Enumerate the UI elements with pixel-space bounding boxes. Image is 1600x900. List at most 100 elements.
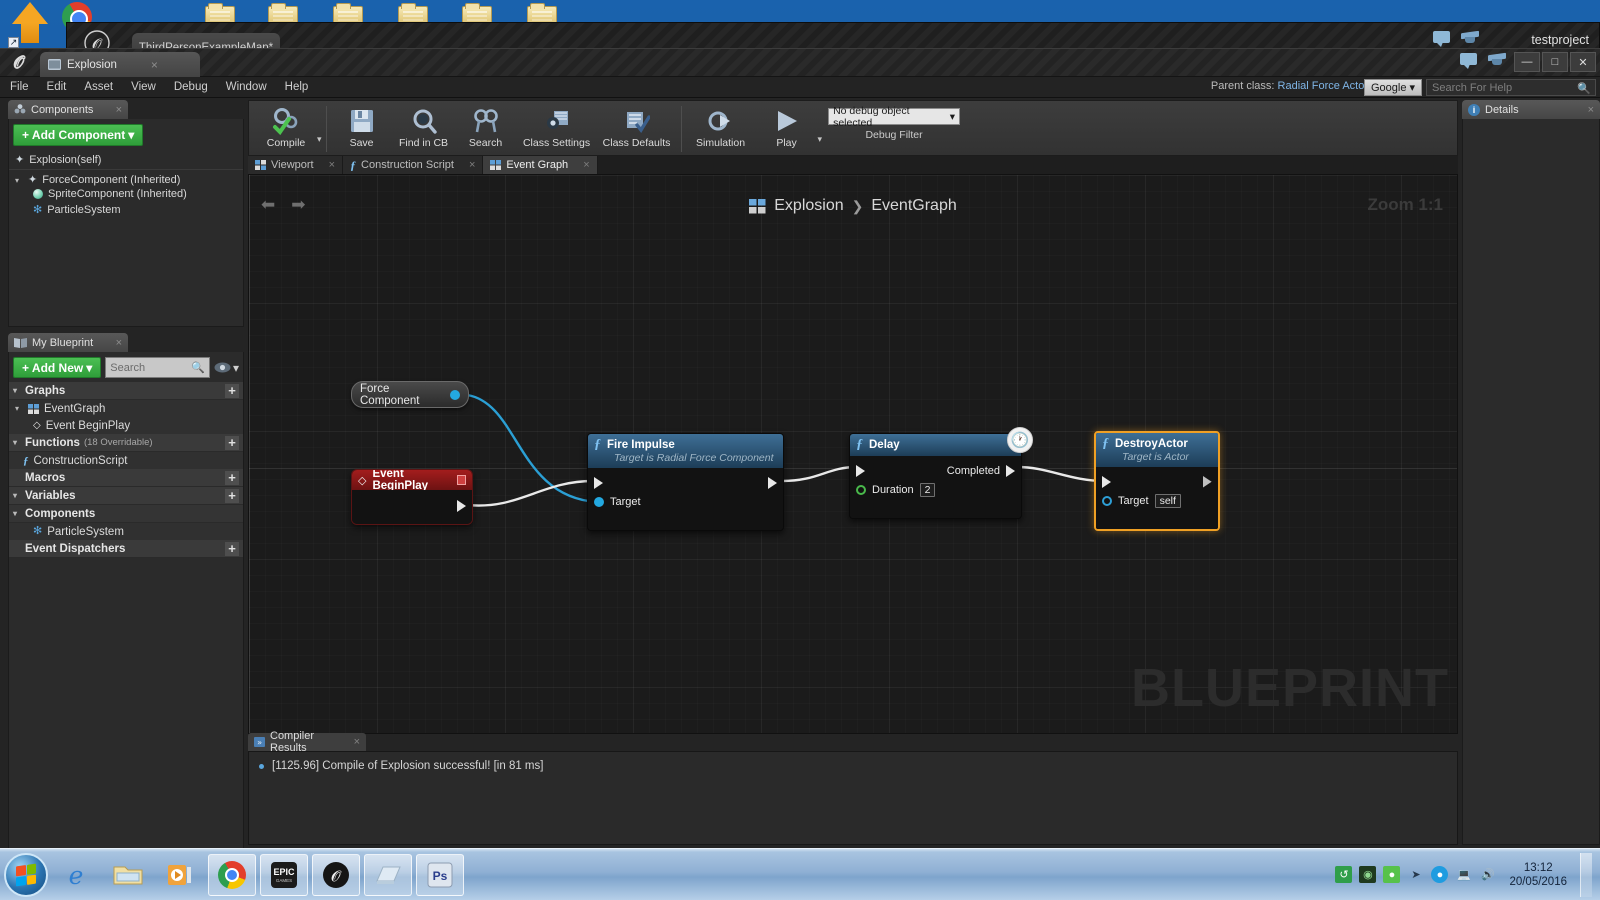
node-fire-impulse[interactable]: ƒ Fire Impulse Target is Radial Force Co… bbox=[587, 433, 784, 531]
minimize-button[interactable]: — bbox=[1514, 52, 1540, 72]
asset-tab-explosion[interactable]: Explosion × bbox=[40, 52, 200, 77]
destroy-actor-target-value[interactable]: self bbox=[1154, 493, 1181, 508]
close-icon[interactable]: × bbox=[116, 337, 122, 349]
add-component-button[interactable]: + Add Component ▾ bbox=[13, 124, 144, 146]
taskbar-clock[interactable]: 13:12 20/05/2016 bbox=[1503, 861, 1573, 889]
parent-class-value[interactable]: Radial Force Actor bbox=[1278, 80, 1368, 92]
taskbar-internet-explorer[interactable]: e bbox=[52, 854, 100, 896]
exec-in-pin[interactable] bbox=[856, 464, 865, 477]
component-root-row[interactable]: ✦ Explosion(self) bbox=[9, 151, 243, 170]
toolbar-play-button[interactable]: Play bbox=[756, 104, 818, 149]
toolbar-compile-button[interactable]: Compile bbox=[255, 104, 317, 149]
add-variable-button[interactable]: + bbox=[225, 488, 239, 503]
taskbar-photoshop[interactable]: Ps bbox=[416, 853, 464, 896]
exec-out-pin[interactable] bbox=[457, 500, 466, 512]
expand-caret-icon[interactable]: ▾ bbox=[15, 404, 23, 413]
taskbar-media-player[interactable] bbox=[156, 854, 204, 896]
close-icon[interactable]: × bbox=[116, 104, 122, 116]
menu-item-asset[interactable]: Asset bbox=[84, 81, 113, 93]
event-graph-canvas[interactable]: ⬅ ➡ Explosion ❯ EventGraph Zoom 1:1 BLUE… bbox=[248, 174, 1458, 734]
expand-caret-icon[interactable]: ▾ bbox=[13, 491, 21, 500]
feedback-icon[interactable] bbox=[1433, 31, 1453, 49]
learn-icon[interactable] bbox=[1461, 30, 1481, 49]
section-functions[interactable]: ▾ Functions (18 Overridable) + bbox=[9, 434, 243, 452]
volume-icon[interactable]: 🔊 bbox=[1479, 866, 1496, 883]
exec-out-pin[interactable] bbox=[768, 476, 777, 489]
close-icon[interactable]: × bbox=[354, 736, 360, 748]
learn-icon[interactable] bbox=[1488, 52, 1508, 71]
toolbar-save-button[interactable]: Save bbox=[331, 104, 393, 149]
tab-construction-script[interactable]: ƒ Construction Script × bbox=[343, 156, 484, 174]
item-construction-script[interactable]: ƒ ConstructionScript bbox=[9, 452, 243, 469]
section-components[interactable]: ▾ Components bbox=[9, 505, 243, 523]
close-button[interactable]: ✕ bbox=[1570, 52, 1596, 72]
add-graph-button[interactable]: + bbox=[225, 383, 239, 398]
taskbar-unreal-editor[interactable]: 𝓞 bbox=[312, 853, 360, 896]
item-event-graph[interactable]: ▾ EventGraph bbox=[9, 400, 243, 417]
start-button[interactable] bbox=[4, 852, 48, 897]
section-macros[interactable]: ▾ Macros + bbox=[9, 469, 243, 487]
my-blueprint-search-input[interactable]: Search 🔍 bbox=[105, 357, 210, 378]
maximize-button[interactable]: □ bbox=[1542, 52, 1568, 72]
close-icon[interactable]: × bbox=[151, 58, 158, 72]
expand-caret-icon[interactable]: ▾ bbox=[13, 386, 21, 395]
add-dispatcher-button[interactable]: + bbox=[225, 541, 239, 556]
taskbar-notepad-window[interactable] bbox=[364, 853, 412, 896]
toolbar-search-button[interactable]: Search bbox=[455, 104, 517, 149]
expand-caret-icon[interactable]: ▾ bbox=[13, 509, 21, 518]
object-pin-icon[interactable] bbox=[1102, 495, 1112, 506]
sync-icon[interactable]: ↺ bbox=[1335, 866, 1353, 883]
toolbar-find-in-cb-button[interactable]: Find in CB bbox=[393, 104, 455, 149]
node-force-component[interactable]: Force Component bbox=[351, 381, 469, 408]
expand-caret-icon[interactable]: ▾ bbox=[15, 176, 23, 185]
add-new-button[interactable]: + Add New ▾ bbox=[13, 357, 102, 378]
component-row-force[interactable]: ▾ ✦ ForceComponent (Inherited) bbox=[9, 170, 243, 186]
item-variable-particlesystem[interactable]: ✻ ParticleSystem bbox=[9, 523, 243, 540]
close-icon[interactable]: × bbox=[583, 159, 589, 171]
play-dropdown-arrow[interactable]: ▾ bbox=[818, 114, 823, 145]
menu-item-file[interactable]: File bbox=[10, 81, 29, 93]
close-icon[interactable]: × bbox=[469, 159, 475, 171]
section-variables[interactable]: ▾ Variables + bbox=[9, 487, 243, 505]
menu-item-debug[interactable]: Debug bbox=[174, 81, 208, 93]
taskbar-windows-explorer[interactable] bbox=[104, 854, 152, 896]
compiler-results-body[interactable]: [1125.96] Compile of Explosion successfu… bbox=[248, 751, 1458, 845]
node-delay[interactable]: ƒ Delay Completed Duration 2 bbox=[849, 433, 1022, 519]
show-desktop-button[interactable] bbox=[1580, 852, 1592, 897]
object-pin-icon[interactable] bbox=[450, 389, 460, 400]
float-pin-icon[interactable] bbox=[856, 484, 866, 495]
nvidia-icon[interactable]: ◉ bbox=[1359, 866, 1377, 883]
close-icon[interactable]: × bbox=[329, 159, 335, 171]
item-event-beginplay[interactable]: ◇ Event BeginPlay bbox=[9, 417, 243, 434]
close-icon[interactable]: × bbox=[1588, 104, 1594, 116]
section-graphs[interactable]: ▾ Graphs + bbox=[9, 382, 243, 400]
debug-object-dropdown[interactable]: No debug object selected ▾ bbox=[828, 105, 961, 129]
feedback-icon[interactable] bbox=[1460, 53, 1480, 71]
shield-icon[interactable]: ● bbox=[1383, 866, 1401, 883]
toolbar-class-settings-button[interactable]: Class Settings bbox=[517, 104, 597, 149]
node-destroy-actor[interactable]: ƒ DestroyActor Target is Actor Target se… bbox=[1094, 431, 1220, 531]
component-row-particle[interactable]: ✻ ParticleSystem bbox=[9, 202, 243, 218]
menu-item-window[interactable]: Window bbox=[226, 81, 267, 93]
tab-event-graph[interactable]: Event Graph × bbox=[483, 156, 598, 174]
tab-my-blueprint[interactable]: My Blueprint × bbox=[8, 333, 128, 352]
taskbar-epic-games[interactable]: EPIC GAMES bbox=[260, 853, 308, 896]
exec-in-pin[interactable] bbox=[1102, 475, 1111, 488]
exec-out-completed-pin[interactable] bbox=[1006, 464, 1015, 477]
expand-caret-icon[interactable]: ▾ bbox=[13, 438, 21, 447]
tab-compiler-results[interactable]: » Compiler Results × bbox=[248, 730, 366, 754]
visibility-options-button[interactable]: ▾ bbox=[214, 361, 239, 375]
add-function-button[interactable]: + bbox=[225, 435, 239, 450]
exec-out-pin[interactable] bbox=[1203, 476, 1212, 488]
menu-item-help[interactable]: Help bbox=[285, 81, 309, 93]
add-macro-button[interactable]: + bbox=[225, 470, 239, 485]
object-pin-icon[interactable] bbox=[594, 496, 604, 507]
details-panel-body[interactable] bbox=[1462, 119, 1600, 845]
pointer-icon[interactable]: ➤ bbox=[1407, 866, 1424, 883]
menu-item-view[interactable]: View bbox=[131, 81, 156, 93]
node-event-beginplay[interactable]: ◇ Event BeginPlay bbox=[351, 469, 473, 525]
search-provider-dropdown[interactable]: Google ▾ bbox=[1363, 79, 1422, 96]
messenger-icon[interactable]: ● bbox=[1431, 866, 1449, 883]
event-delegate-pin[interactable] bbox=[457, 475, 466, 485]
toolbar-simulation-button[interactable]: Simulation bbox=[686, 104, 756, 149]
